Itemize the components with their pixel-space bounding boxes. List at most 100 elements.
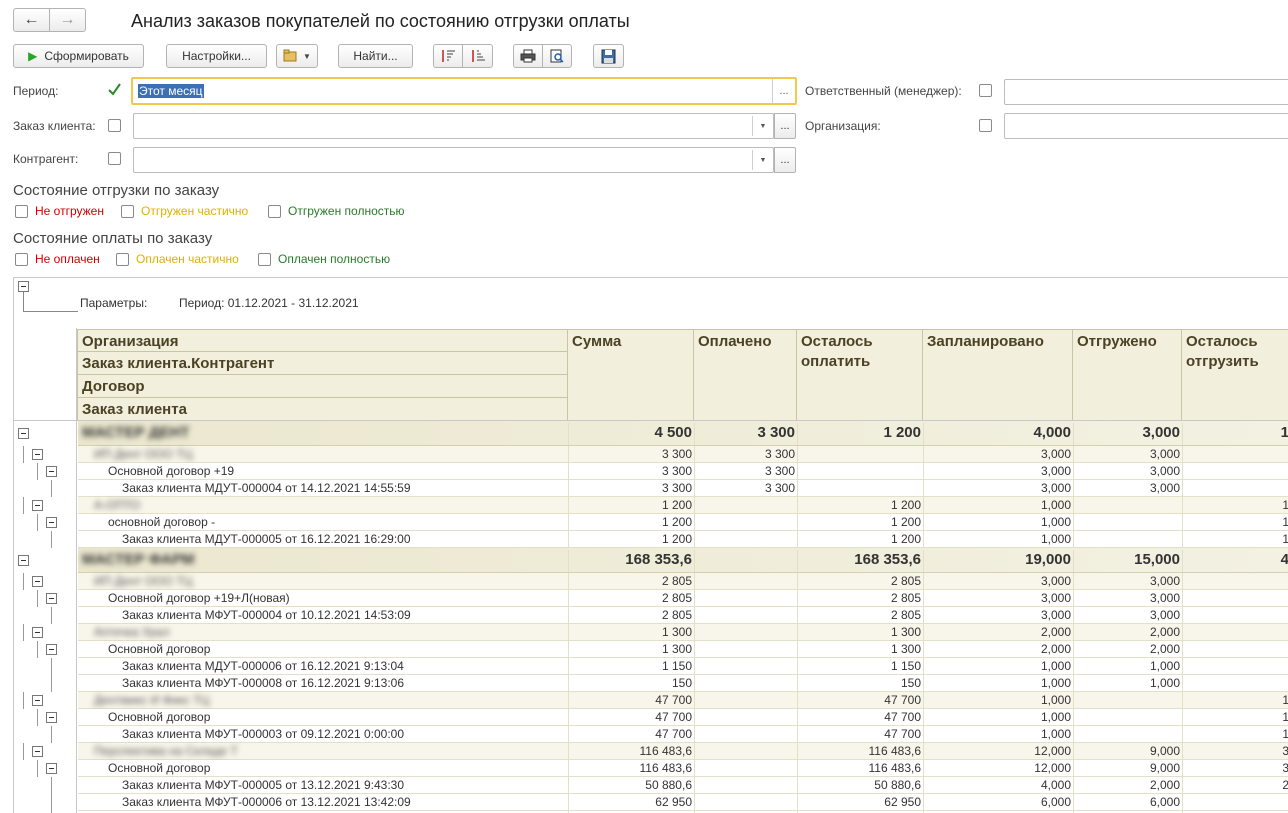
row-cell-remaining-pay: 116 483,6 bbox=[797, 743, 924, 759]
preview-button[interactable] bbox=[542, 44, 572, 68]
row-collapse-toggle[interactable] bbox=[46, 712, 57, 723]
row-collapse-toggle[interactable] bbox=[32, 695, 43, 706]
order-row[interactable]: Заказ клиента МДУТ-000006 от 16.12.2021 … bbox=[78, 658, 1288, 675]
row-collapse-toggle[interactable] bbox=[32, 449, 43, 460]
row-cell-paid bbox=[694, 726, 798, 742]
counterparty-row[interactable]: А-ОПТО1 2001 2001,0001 bbox=[78, 497, 1288, 514]
counterparty-checkbox[interactable] bbox=[108, 152, 121, 165]
period-field[interactable]: Этот месяц ... bbox=[131, 77, 797, 105]
row-cell-remaining-ship bbox=[1182, 624, 1288, 640]
responsible-checkbox[interactable] bbox=[979, 84, 992, 97]
row-cell-remaining-ship: 1 bbox=[1182, 497, 1288, 513]
order-row[interactable]: Заказ клиента МФУТ-000004 от 10.12.2021 … bbox=[78, 607, 1288, 624]
counterparty-select-button[interactable]: ... bbox=[774, 147, 796, 173]
row-collapse-toggle[interactable] bbox=[32, 500, 43, 511]
sort-desc-button[interactable] bbox=[462, 44, 493, 68]
contract-row[interactable]: Основной договор +19+Л(новая) 2 805 2 805 3… bbox=[78, 590, 1288, 607]
contract-row[interactable]: Основной договор47 70047 7001,0001 bbox=[78, 709, 1288, 726]
back-button[interactable]: ← bbox=[13, 8, 50, 32]
tree-line bbox=[51, 777, 52, 794]
order-select-button[interactable]: ... bbox=[774, 113, 796, 139]
row-name: Заказ клиента МФУТ-000004 от 10.12.2021 … bbox=[122, 608, 411, 622]
counterparty-row[interactable]: Аптечка Урал 1 300 1 300 2,000 2,000 bbox=[78, 624, 1288, 641]
row-collapse-toggle[interactable] bbox=[46, 593, 57, 604]
settings-button[interactable]: Настройки... bbox=[166, 44, 267, 68]
contract-row[interactable]: Основной договор +19 3 300 3 300 3,000 3,000 bbox=[78, 463, 1288, 480]
row-name: ИП Дент ООО ТЦ bbox=[94, 574, 193, 588]
shipment-partial-checkbox[interactable] bbox=[121, 205, 134, 218]
print-button[interactable] bbox=[513, 44, 543, 68]
contract-row[interactable]: основной договор -1 2001 2001,0001 bbox=[78, 514, 1288, 531]
payment-not-checkbox[interactable] bbox=[15, 253, 28, 266]
row-cell-shipped: 2,000 bbox=[1073, 624, 1183, 640]
row-collapse-toggle[interactable] bbox=[32, 576, 43, 587]
tree-line bbox=[51, 480, 52, 497]
responsible-field[interactable] bbox=[1004, 79, 1288, 105]
header-remaining-pay[interactable]: Осталось оплатить bbox=[796, 329, 923, 421]
row-cell-planned: 1,000 bbox=[923, 514, 1074, 530]
header-paid[interactable]: Оплачено bbox=[693, 329, 797, 421]
shipment-full-checkbox[interactable] bbox=[268, 205, 281, 218]
counterparty-dropdown-button[interactable]: ▼ bbox=[752, 150, 773, 170]
counterparty-row[interactable]: Дентмикс И Фикс ТЦ47 70047 7001,0001 bbox=[78, 692, 1288, 709]
contract-row[interactable]: Основной договор 1 300 1 300 2,000 2,000 bbox=[78, 641, 1288, 658]
counterparty-row[interactable]: ИП Дент ООО ТЦ 2 805 2 805 3,000 3,000 bbox=[78, 573, 1288, 590]
row-cell-paid bbox=[694, 675, 798, 691]
payment-full-checkbox[interactable] bbox=[258, 253, 271, 266]
row-cell-paid bbox=[694, 497, 798, 513]
order-row[interactable]: Заказ клиента МФУТ-000005 от 13.12.2021 … bbox=[78, 777, 1288, 794]
counterparty-row[interactable]: ИП Дент ООО ТЦ 3 300 3 300 3,000 3,000 bbox=[78, 446, 1288, 463]
shipment-not-checkbox[interactable] bbox=[15, 205, 28, 218]
row-cell-shipped bbox=[1073, 497, 1183, 513]
sort-asc-button[interactable] bbox=[433, 44, 463, 68]
row-collapse-toggle[interactable] bbox=[46, 763, 57, 774]
order-dropdown-button[interactable]: ▼ bbox=[752, 116, 773, 136]
header-planned[interactable]: Запланировано bbox=[922, 329, 1073, 421]
period-checkbox[interactable] bbox=[107, 82, 122, 97]
row-collapse-toggle[interactable] bbox=[46, 644, 57, 655]
report-area[interactable]: Параметры: Период: 01.12.2021 - 31.12.20… bbox=[13, 277, 1288, 813]
header-order[interactable]: Заказ клиента bbox=[77, 397, 568, 421]
order-row[interactable]: Заказ клиента МФУТ-000006 от 13.12.2021 … bbox=[78, 794, 1288, 811]
contract-row[interactable]: Основной договор 116 483,6 116 483,6 12,000… bbox=[78, 760, 1288, 777]
order-row[interactable]: Заказ клиента МФУТ-000003 от 09.12.2021 … bbox=[78, 726, 1288, 743]
row-collapse-toggle[interactable] bbox=[32, 627, 43, 638]
order-row[interactable]: Заказ клиента МФУТ-000008 от 16.12.2021 … bbox=[78, 675, 1288, 692]
payment-partial-checkbox[interactable] bbox=[116, 253, 129, 266]
row-cell-sum: 1 200 bbox=[568, 514, 695, 530]
period-select-button[interactable]: ... bbox=[772, 79, 795, 103]
organization-field[interactable] bbox=[1004, 113, 1288, 139]
row-cell-paid bbox=[694, 709, 798, 725]
header-contract[interactable]: Договор bbox=[77, 374, 568, 398]
tree-line bbox=[51, 607, 52, 624]
save-button[interactable] bbox=[593, 44, 624, 68]
row-collapse-toggle[interactable] bbox=[18, 555, 29, 566]
row-collapse-toggle[interactable] bbox=[18, 428, 29, 439]
row-cell-remaining-ship bbox=[1182, 658, 1288, 674]
order-row[interactable]: Заказ клиента МДУТ-000004 от 14.12.2021 … bbox=[78, 480, 1288, 497]
row-cell-paid: 3 300 bbox=[694, 480, 798, 496]
counterparty-field[interactable]: ▼ bbox=[133, 147, 774, 173]
organization-row[interactable]: МАСТЕР ДЕНТ 4 5003 3001 2004,0003,0001 bbox=[78, 421, 1288, 446]
params-collapse-toggle[interactable] bbox=[18, 281, 29, 292]
tree-line bbox=[37, 514, 38, 531]
order-field[interactable]: ▼ bbox=[133, 113, 774, 139]
header-counterparty[interactable]: Заказ клиента.Контрагент bbox=[77, 351, 568, 375]
order-row[interactable]: Заказ клиента МДУТ-000005 от 16.12.2021 … bbox=[78, 531, 1288, 548]
row-collapse-toggle[interactable] bbox=[46, 517, 57, 528]
generate-button[interactable]: ▶ Сформировать bbox=[13, 44, 144, 68]
forward-button[interactable]: → bbox=[49, 8, 86, 32]
row-collapse-toggle[interactable] bbox=[46, 466, 57, 477]
counterparty-row[interactable]: Перспектива на Складе Т 116 483,6 116 483,… bbox=[78, 743, 1288, 760]
variants-button[interactable]: ▼ bbox=[276, 44, 318, 68]
row-cell-planned: 1,000 bbox=[923, 658, 1074, 674]
header-shipped[interactable]: Отгружено bbox=[1072, 329, 1182, 421]
header-organization[interactable]: Организация bbox=[77, 329, 568, 352]
organization-checkbox[interactable] bbox=[979, 119, 992, 132]
header-remaining-ship[interactable]: Осталось отгрузить bbox=[1181, 329, 1288, 421]
header-sum[interactable]: Сумма bbox=[567, 329, 694, 421]
order-checkbox[interactable] bbox=[108, 119, 121, 132]
find-button[interactable]: Найти... bbox=[338, 44, 413, 68]
row-collapse-toggle[interactable] bbox=[32, 746, 43, 757]
organization-row[interactable]: МАСТЕР ФАРМ 168 353,6 168 353,6 19,000 15,00… bbox=[78, 548, 1288, 573]
